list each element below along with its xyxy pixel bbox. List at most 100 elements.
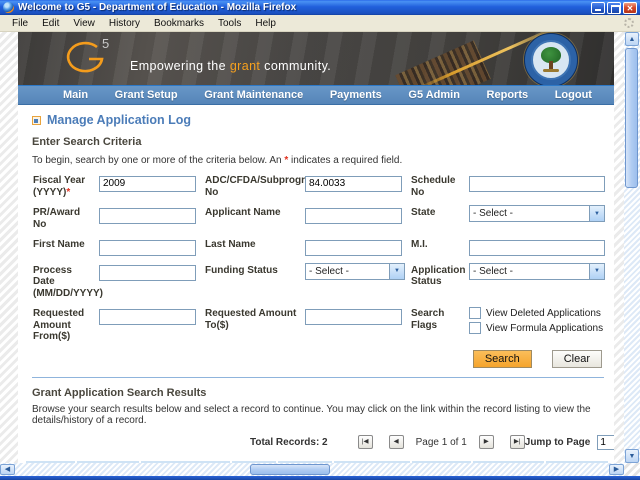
scroll-left-button[interactable]: ◀ xyxy=(0,464,15,475)
throbber-icon xyxy=(624,18,634,28)
first-page-button[interactable]: |◀ xyxy=(358,435,373,449)
application-status-cell: - Select - ▼ xyxy=(469,263,611,280)
schedule-no-cell xyxy=(469,173,611,192)
view-deleted-label: View Deleted Applications xyxy=(486,308,601,319)
title-bar: Welcome to G5 - Department of Education … xyxy=(0,0,640,15)
requested-from-label: Requested Amount From($) xyxy=(33,306,99,343)
scroll-right-button[interactable]: ▶ xyxy=(609,464,624,475)
browser-window: Welcome to G5 - Department of Education … xyxy=(0,0,640,480)
page-title-bullet-icon xyxy=(32,116,41,125)
pr-award-no-input[interactable] xyxy=(99,208,196,224)
results-section-title: Grant Application Search Results xyxy=(32,387,604,399)
restore-button[interactable] xyxy=(607,2,621,14)
mi-cell xyxy=(469,237,611,256)
last-page-button[interactable]: ▶| xyxy=(510,435,525,449)
jump-to-page-label: Jump to Page xyxy=(525,437,591,448)
search-instructions: To begin, search by one or more of the c… xyxy=(32,155,604,166)
browser-viewport: 5 Empowering the grant community. Main G… xyxy=(0,32,640,476)
minimize-button[interactable] xyxy=(591,2,605,14)
window-title: Welcome to G5 - Department of Education … xyxy=(18,2,591,13)
funding-status-select[interactable]: - Select - ▼ xyxy=(305,263,405,280)
fiscal-year-label-text: Fiscal Year (YYYY) xyxy=(33,175,85,198)
last-name-input[interactable] xyxy=(305,240,402,256)
view-formula-checkbox[interactable] xyxy=(469,322,481,334)
view-formula-label: View Formula Applications xyxy=(486,323,603,334)
page-title-row: Manage Application Log xyxy=(32,113,604,127)
menu-bookmarks[interactable]: Bookmarks xyxy=(148,17,210,30)
nav-item-grant-setup[interactable]: Grant Setup xyxy=(115,89,178,101)
requested-to-input[interactable] xyxy=(305,309,402,325)
first-name-input[interactable] xyxy=(99,240,196,256)
search-flags-group: View Deleted Applications View Formula A… xyxy=(469,306,611,334)
schedule-no-input[interactable] xyxy=(469,176,605,192)
scroll-up-button[interactable]: ▲ xyxy=(625,32,639,46)
page-indicator: Page 1 of 1 xyxy=(416,437,467,448)
next-page-button[interactable]: ▶ xyxy=(479,435,494,449)
vertical-scroll-thumb[interactable] xyxy=(625,48,638,188)
vertical-scrollbar[interactable]: ▲ ▼ xyxy=(624,32,640,463)
clear-button[interactable]: Clear xyxy=(552,350,602,368)
nav-item-reports[interactable]: Reports xyxy=(487,89,529,101)
mi-input[interactable] xyxy=(469,240,605,256)
nav-item-g5-admin[interactable]: G5 Admin xyxy=(408,89,460,101)
nav-item-main[interactable]: Main xyxy=(63,89,88,101)
jump-to-page-input[interactable] xyxy=(597,435,614,450)
state-select-value: - Select - xyxy=(470,208,589,219)
menu-edit[interactable]: Edit xyxy=(36,17,65,30)
window-bottom-border xyxy=(0,476,640,480)
form-buttons: Search Clear xyxy=(32,350,602,368)
last-name-cell xyxy=(305,237,411,256)
g5-page: 5 Empowering the grant community. Main G… xyxy=(18,32,614,463)
banner: 5 Empowering the grant community. xyxy=(18,32,614,86)
menu-bar: File Edit View History Bookmarks Tools H… xyxy=(0,15,640,32)
firefox-icon xyxy=(3,2,14,13)
funding-status-cell: - Select - ▼ xyxy=(305,263,411,280)
applicant-name-cell xyxy=(305,205,411,224)
pr-award-no-label: PR/Award No xyxy=(33,205,99,230)
search-form: Fiscal Year (YYYY)* ADC/CFDA/Subprogram … xyxy=(32,173,604,343)
nav-item-grant-maintenance[interactable]: Grant Maintenance xyxy=(204,89,303,101)
close-button[interactable]: ✕ xyxy=(623,2,637,14)
seal-tree-base xyxy=(543,69,559,72)
schedule-no-label: Schedule No xyxy=(411,173,469,198)
horizontal-scroll-thumb[interactable] xyxy=(250,464,330,475)
view-deleted-checkbox[interactable] xyxy=(469,307,481,319)
menu-history[interactable]: History xyxy=(103,17,146,30)
seal-inner xyxy=(531,40,571,80)
chevron-down-icon: ▼ xyxy=(389,264,404,279)
fiscal-year-input[interactable] xyxy=(99,176,196,192)
view-formula-row: View Formula Applications xyxy=(469,322,611,334)
nav-item-logout[interactable]: Logout xyxy=(555,89,592,101)
menu-file[interactable]: File xyxy=(6,17,34,30)
funding-status-select-value: - Select - xyxy=(306,266,389,277)
g5-logo: 5 xyxy=(62,38,118,80)
fiscal-year-label: Fiscal Year (YYYY)* xyxy=(33,173,99,198)
requested-from-input[interactable] xyxy=(99,309,196,325)
mi-label: M.I. xyxy=(411,237,469,251)
page-body: Manage Application Log Enter Search Crit… xyxy=(18,113,614,463)
fiscal-year-cell xyxy=(99,173,205,192)
menu-view[interactable]: View xyxy=(67,17,101,30)
first-name-label: First Name xyxy=(33,237,99,251)
adc-cfda-label: ADC/CFDA/Subprogram No xyxy=(205,173,305,198)
previous-page-button[interactable]: ◀ xyxy=(389,435,404,449)
total-records: Total Records: 2 xyxy=(250,437,328,448)
menu-help[interactable]: Help xyxy=(249,17,282,30)
state-select[interactable]: - Select - ▼ xyxy=(469,205,605,222)
nav-item-payments[interactable]: Payments xyxy=(330,89,382,101)
applicant-name-input[interactable] xyxy=(305,208,402,224)
horizontal-scrollbar[interactable]: ◀ ▶ xyxy=(0,463,624,476)
process-date-label: Process Date (MM/DD/YYYY) xyxy=(33,263,99,300)
chevron-down-icon: ▼ xyxy=(589,206,604,221)
adc-cfda-input[interactable] xyxy=(305,176,402,192)
scroll-down-button[interactable]: ▼ xyxy=(625,449,639,463)
menu-tools[interactable]: Tools xyxy=(212,17,247,30)
page-background: 5 Empowering the grant community. Main G… xyxy=(0,32,624,463)
search-button[interactable]: Search xyxy=(473,350,532,368)
process-date-input[interactable] xyxy=(99,265,196,281)
tagline-post: community. xyxy=(260,59,331,73)
department-of-education-seal xyxy=(524,33,578,86)
application-status-select[interactable]: - Select - ▼ xyxy=(469,263,605,280)
chevron-down-icon: ▼ xyxy=(589,264,604,279)
page-title: Manage Application Log xyxy=(47,113,191,127)
